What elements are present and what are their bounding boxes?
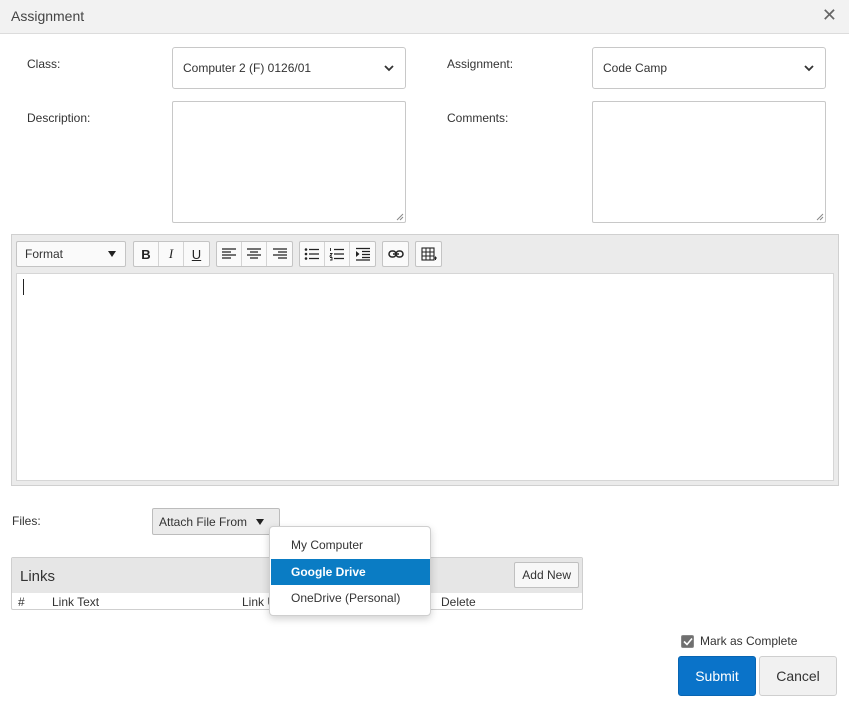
cancel-button[interactable]: Cancel [759,656,837,696]
chevron-down-icon [804,65,814,72]
align-left-button[interactable] [217,242,242,266]
assignment-label: Assignment: [447,57,514,71]
mark-complete-row: Mark as Complete [681,634,797,648]
align-left-icon [222,248,236,259]
links-title: Links [20,568,56,585]
menu-item-google-drive[interactable]: Google Drive [271,559,430,585]
table-icon [420,247,437,261]
link-button[interactable] [383,242,408,266]
align-right-icon [272,248,287,259]
text-caret [23,279,24,295]
resize-grip-icon[interactable] [816,213,824,221]
dialog-titlebar: Assignment ✕ [0,0,849,34]
column-header-delete: Delete [441,595,476,609]
column-header-number: # [18,595,25,609]
mark-complete-label[interactable]: Mark as Complete [700,634,797,648]
menu-item-my-computer[interactable]: My Computer [271,532,430,558]
description-label: Description: [27,111,91,125]
assignment-select[interactable]: Code Camp [592,47,826,89]
rich-text-editor: Format B I U [11,234,839,486]
comments-label: Comments: [447,111,509,125]
caret-down-icon [256,518,265,525]
caret-down-icon [108,251,116,257]
chevron-down-icon [384,65,394,72]
italic-button[interactable]: I [159,242,184,266]
close-icon[interactable]: ✕ [822,5,837,26]
list-group [299,241,376,267]
format-dropdown-label: Format [25,247,64,261]
dialog-title: Assignment [11,8,85,24]
numbered-list-button[interactable] [325,242,350,266]
align-center-icon [247,248,261,259]
bulleted-list-icon [304,248,319,260]
indent-icon [355,247,370,261]
format-dropdown[interactable]: Format [16,241,126,267]
table-group [415,241,442,267]
mark-complete-checkbox[interactable] [681,634,694,648]
bulleted-list-button[interactable] [300,242,325,266]
attach-file-label: Attach File From [159,514,248,529]
class-select-value: Computer 2 (F) 0126/01 [183,61,312,75]
class-label: Class: [27,57,61,71]
comments-textarea[interactable] [592,101,826,223]
assignment-select-value: Code Camp [603,61,668,75]
align-center-button[interactable] [242,242,267,266]
text-style-group: B I U [133,241,210,267]
numbered-list-icon [329,248,344,261]
underline-button[interactable]: U [184,242,209,266]
column-header-link-text: Link Text [52,595,100,609]
editor-content-area[interactable] [16,273,834,481]
class-select[interactable]: Computer 2 (F) 0126/01 [172,47,406,89]
resize-grip-icon[interactable] [396,213,404,221]
link-group [382,241,409,267]
add-new-link-button[interactable]: Add New [514,562,579,588]
checkmark-icon [682,637,693,646]
bold-button[interactable]: B [134,242,159,266]
align-right-button[interactable] [267,242,292,266]
link-icon [387,250,404,258]
menu-item-onedrive-personal[interactable]: OneDrive (Personal) [271,585,430,611]
attach-source-menu: My Computer Google Drive OneDrive (Perso… [269,526,431,616]
alignment-group [216,241,293,267]
submit-button[interactable]: Submit [678,656,756,696]
description-textarea[interactable] [172,101,406,223]
files-label: Files: [12,514,41,528]
table-button[interactable] [416,242,441,266]
attach-file-dropdown[interactable]: Attach File From [152,508,280,535]
indent-button[interactable] [350,242,375,266]
